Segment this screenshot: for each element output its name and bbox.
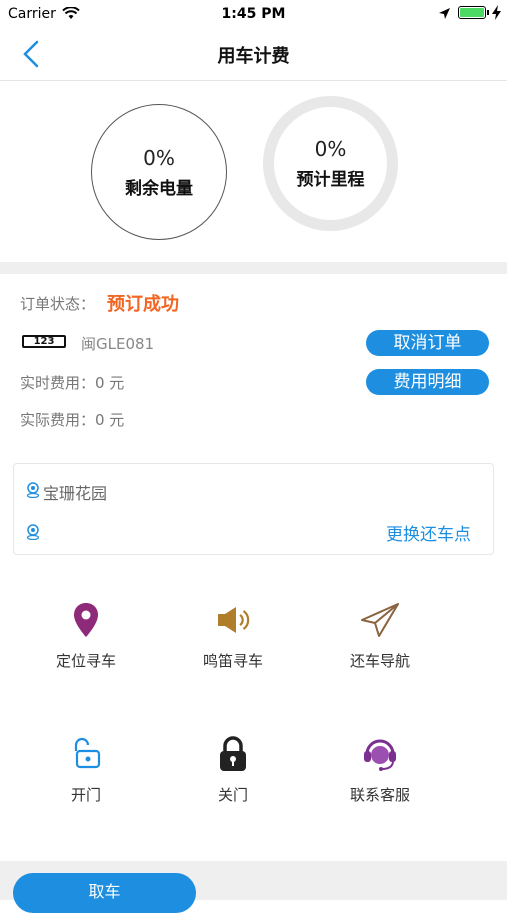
battery-percent: 0% bbox=[143, 145, 175, 170]
open-door-button[interactable]: 开门 bbox=[6, 734, 166, 805]
pickup-location: 宝珊花园 bbox=[43, 484, 108, 503]
order-status-value: 预订成功 bbox=[107, 294, 179, 315]
battery-icon bbox=[458, 6, 486, 19]
mileage-gauge: 0% 预计里程 bbox=[263, 96, 398, 231]
return-navigation-label: 还车导航 bbox=[349, 652, 410, 670]
open-door-label: 开门 bbox=[70, 786, 101, 804]
honk-car-label: 鸣笛寻车 bbox=[202, 652, 263, 670]
close-door-button[interactable]: 关门 bbox=[153, 734, 313, 805]
location-pin-icon bbox=[74, 603, 98, 637]
mileage-percent: 0% bbox=[314, 137, 347, 161]
status-bar: Carrier 1:45 PM bbox=[0, 0, 507, 28]
cancel-order-button[interactable]: 取消订单 bbox=[366, 330, 489, 356]
realtime-fee: 实时费用：0 元 bbox=[20, 374, 125, 392]
nav-bar: 用车计费 bbox=[0, 28, 507, 81]
license-plate-icon: 123 bbox=[22, 335, 66, 348]
customer-service-label: 联系客服 bbox=[349, 786, 410, 804]
charging-bolt-icon bbox=[492, 5, 501, 20]
section-divider bbox=[0, 262, 507, 274]
page-title: 用车计费 bbox=[217, 46, 290, 67]
honk-car-button[interactable]: 鸣笛寻车 bbox=[153, 600, 313, 671]
speaker-icon bbox=[218, 607, 250, 633]
customer-service-icon bbox=[364, 739, 396, 771]
change-return-point-link[interactable]: 更换还车点 bbox=[386, 520, 471, 545]
battery-label: 剩余电量 bbox=[125, 178, 193, 199]
fee-detail-button[interactable]: 费用明细 bbox=[366, 369, 489, 395]
order-status-label: 订单状态： bbox=[20, 295, 96, 313]
clock: 1:45 PM bbox=[221, 6, 286, 22]
location-card: 宝珊花园 更换还车点 bbox=[13, 463, 494, 555]
close-door-label: 关门 bbox=[217, 786, 248, 804]
lock-icon bbox=[220, 736, 246, 771]
paper-plane-icon bbox=[361, 603, 399, 637]
locate-car-button[interactable]: 定位寻车 bbox=[6, 600, 166, 671]
locate-car-label: 定位寻车 bbox=[55, 652, 116, 670]
actual-fee: 实际费用：0 元 bbox=[20, 411, 125, 429]
unlock-icon bbox=[74, 737, 101, 769]
customer-service-button[interactable]: 联系客服 bbox=[300, 734, 460, 805]
return-point-icon bbox=[26, 524, 40, 540]
plate-number: 闽GLE081 bbox=[81, 335, 155, 353]
pickup-point-icon bbox=[26, 482, 40, 498]
location-arrow-icon bbox=[439, 8, 450, 19]
battery-gauge: 0% 剩余电量 bbox=[91, 104, 227, 240]
return-navigation-button[interactable]: 还车导航 bbox=[300, 600, 460, 671]
mileage-label: 预计里程 bbox=[296, 170, 365, 190]
pickup-car-button[interactable]: 取车 bbox=[13, 873, 196, 913]
